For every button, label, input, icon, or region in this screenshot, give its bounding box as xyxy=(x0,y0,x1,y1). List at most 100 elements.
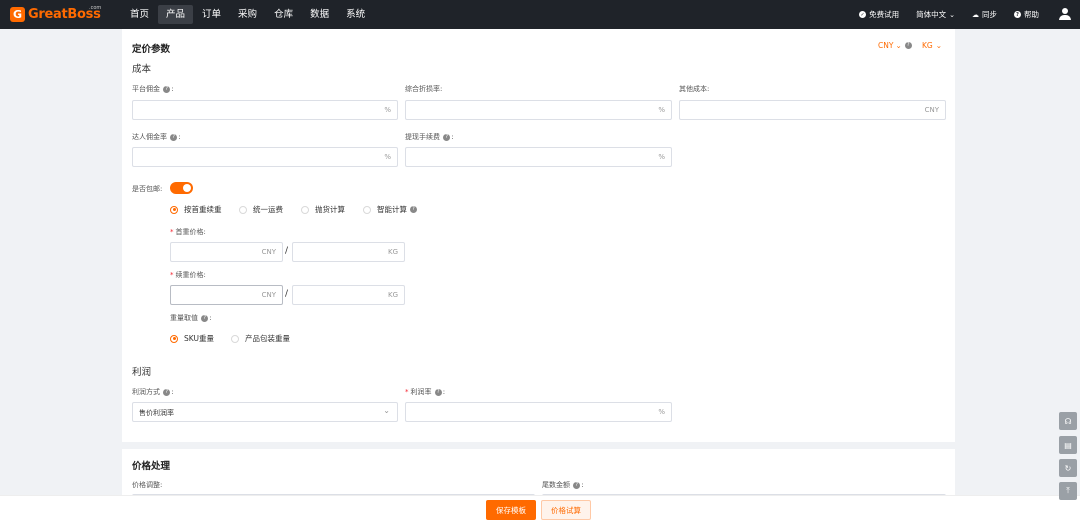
free-trial-link[interactable]: ✓ 免费试用 xyxy=(859,9,899,20)
currency-selector[interactable]: CNY ⌄ ? xyxy=(878,41,913,50)
radio-label: 抛货计算 xyxy=(315,205,345,214)
language-selector[interactable]: 简体中文 ⌄ xyxy=(916,9,955,20)
pricing-params-card: 定价参数 CNY ⌄ ? KG ⌄ 成本 平台佣金 ?: % 综合折损率: % … xyxy=(122,29,955,442)
main-menu: 首页 产品 订单 采购 仓库 数据 系统 xyxy=(122,0,374,29)
slash-separator: / xyxy=(285,289,289,299)
question-icon: ? xyxy=(904,42,912,49)
footer-action-bar: 保存模板 价格试算 xyxy=(0,495,1080,522)
weight-unit-value: KG xyxy=(922,41,933,50)
withdrawal-fee-label: 提现手续费 ?: xyxy=(405,133,454,141)
price-trial-button[interactable]: 价格试算 xyxy=(541,500,591,520)
question-icon: ? xyxy=(201,314,209,322)
sync-button[interactable]: ☁ 同步 xyxy=(972,9,997,20)
radio-dot xyxy=(170,334,178,343)
question-icon: ? xyxy=(443,133,451,141)
shipping-option-smart[interactable]: 智能计算 ? xyxy=(363,204,418,215)
currency-suffix: CNY xyxy=(261,248,276,256)
first-weight-price-input[interactable]: CNY xyxy=(170,242,283,262)
nav-item-warehouse[interactable]: 仓库 xyxy=(266,5,301,24)
question-icon: ? xyxy=(163,85,171,93)
weight-suffix: KG xyxy=(387,248,398,256)
nav-item-orders[interactable]: 订单 xyxy=(194,5,229,24)
additional-weight-price-input[interactable]: CNY xyxy=(170,285,283,305)
free-shipping-label: 是否包邮: xyxy=(132,185,163,193)
question-icon: ? xyxy=(434,388,442,396)
help-button[interactable]: ? 帮助 xyxy=(1014,9,1039,20)
question-icon: ? xyxy=(573,481,581,489)
radio-label: 产品包装重量 xyxy=(245,334,290,343)
shipping-option-first-additional[interactable]: 按首重续重 xyxy=(170,204,222,215)
price-adjust-label: 价格调整: xyxy=(132,481,163,489)
top-navbar: G GreatBoss .com 首页 产品 订单 采购 仓库 数据 系统 ✓ … xyxy=(0,0,1080,29)
section-title-price-processing: 价格处理 xyxy=(132,461,171,472)
shipping-option-volumetric[interactable]: 抛货计算 xyxy=(301,204,345,215)
chevron-down-icon: ⌄ xyxy=(383,406,390,415)
slash-separator: / xyxy=(285,246,289,256)
chevron-down-icon: ⌄ xyxy=(949,10,955,19)
question-icon: ? xyxy=(410,206,417,213)
logo[interactable]: G GreatBoss .com xyxy=(10,0,102,29)
profit-method-select[interactable]: 售价利润率 ⌄ xyxy=(132,402,398,422)
other-cost-label: 其他成本: xyxy=(679,85,710,93)
profit-method-label: 利润方式 ?: xyxy=(132,388,174,396)
currency-value: CNY xyxy=(878,41,894,50)
language-label: 简体中文 xyxy=(916,10,947,19)
logo-domain: .com xyxy=(89,5,102,11)
user-avatar-icon[interactable] xyxy=(1059,8,1071,21)
sync-label: 同步 xyxy=(982,10,997,19)
nav-item-purchasing[interactable]: 采购 xyxy=(230,5,265,24)
weight-suffix: KG xyxy=(387,291,398,299)
radio-dot xyxy=(231,334,239,343)
shipping-option-flat[interactable]: 统一运费 xyxy=(239,204,283,215)
weight-option-package[interactable]: 产品包装重量 xyxy=(231,333,290,344)
question-icon: ? xyxy=(163,388,171,396)
tail-amount-label: 尾数金额 ?: xyxy=(542,481,584,489)
free-shipping-switch[interactable] xyxy=(170,182,193,194)
chevron-down-icon: ⌄ xyxy=(895,41,902,50)
document-icon[interactable]: ▤ xyxy=(1059,436,1077,454)
radio-label: SKU重量 xyxy=(184,334,214,343)
currency-suffix: CNY xyxy=(261,291,276,299)
radio-label: 统一运费 xyxy=(253,205,283,214)
percent-suffix: % xyxy=(384,106,391,114)
percent-suffix: % xyxy=(658,153,665,161)
back-to-top-icon[interactable]: ⤒ xyxy=(1059,482,1077,500)
profit-rate-label: * 利润率 ?: xyxy=(405,388,446,396)
influencer-commission-label: 达人佣金率 ?: xyxy=(132,133,181,141)
question-icon: ? xyxy=(170,133,178,141)
cloud-icon: ☁ xyxy=(972,10,979,19)
overall-discount-label: 综合折损率: xyxy=(405,85,443,93)
help-icon: ? xyxy=(1014,11,1021,18)
nav-item-products[interactable]: 产品 xyxy=(158,5,194,24)
additional-weight-kg-input[interactable]: KG xyxy=(292,285,405,305)
radio-dot xyxy=(239,205,247,214)
subsection-profit: 利润 xyxy=(132,367,152,378)
subsection-cost: 成本 xyxy=(132,64,152,75)
nav-right-tools: ✓ 免费试用 简体中文 ⌄ ☁ 同步 ? 帮助 xyxy=(842,0,1080,29)
percent-suffix: % xyxy=(658,408,665,416)
profit-method-value: 售价利润率 xyxy=(139,409,174,417)
save-template-button[interactable]: 保存模板 xyxy=(486,500,536,520)
nav-item-home[interactable]: 首页 xyxy=(122,5,157,24)
nav-item-data[interactable]: 数据 xyxy=(302,5,337,24)
radio-label: 智能计算 xyxy=(377,205,407,214)
refresh-icon[interactable]: ↻ xyxy=(1059,459,1077,477)
other-cost-input[interactable]: CNY xyxy=(679,100,946,120)
percent-suffix: % xyxy=(658,106,665,114)
platform-commission-input[interactable]: % xyxy=(132,100,398,120)
profit-rate-input[interactable]: % xyxy=(405,402,672,422)
headset-icon[interactable]: ☊ xyxy=(1059,412,1077,430)
radio-dot xyxy=(170,205,178,214)
nav-item-system[interactable]: 系统 xyxy=(338,5,373,24)
currency-suffix: CNY xyxy=(924,106,939,114)
withdrawal-fee-input[interactable]: % xyxy=(405,147,672,167)
section-title-pricing: 定价参数 xyxy=(132,44,171,55)
help-label: 帮助 xyxy=(1024,10,1039,19)
additional-weight-price-label: * 续重价格: xyxy=(170,271,206,279)
radio-dot xyxy=(363,205,371,214)
overall-discount-input[interactable]: % xyxy=(405,100,672,120)
influencer-commission-input[interactable]: % xyxy=(132,147,398,167)
weight-unit-selector[interactable]: KG ⌄ xyxy=(922,41,942,50)
first-weight-kg-input[interactable]: KG xyxy=(292,242,405,262)
weight-option-sku[interactable]: SKU重量 xyxy=(170,333,214,344)
